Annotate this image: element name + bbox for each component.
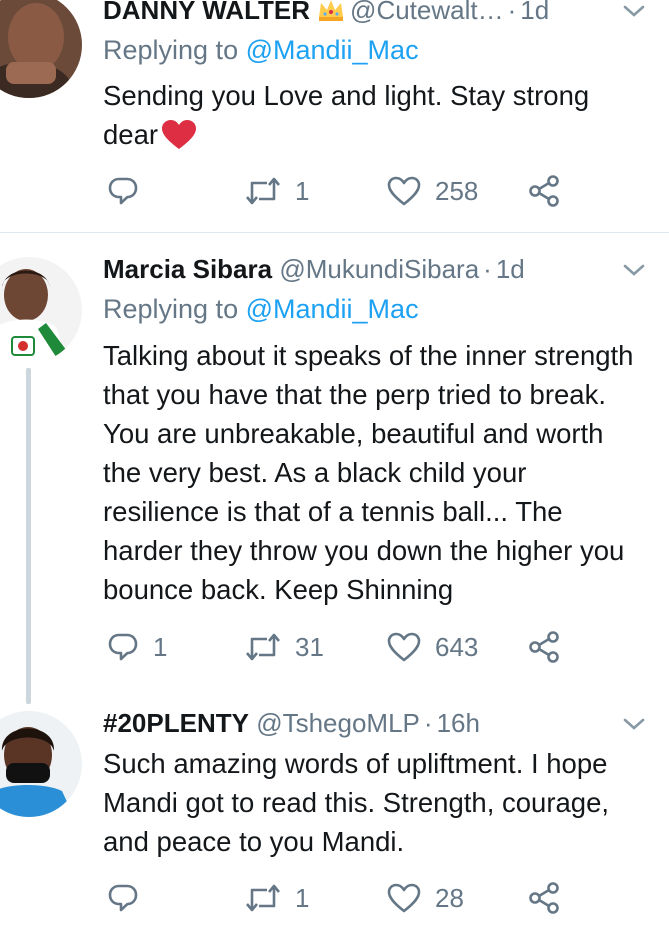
- chevron-down-icon[interactable]: [621, 2, 647, 20]
- tweet-actions: 1 258: [103, 171, 663, 211]
- retweet-icon: [246, 633, 280, 661]
- tweet-header: Marcia Sibara @MukundiSibara · 1d: [103, 251, 629, 287]
- tweet-text: Sending you Love and light. Stay strong …: [103, 76, 643, 160]
- like-button[interactable]: 28: [387, 878, 464, 918]
- tweet[interactable]: Marcia Sibara @MukundiSibara · 1d Replying…: [0, 233, 669, 693]
- tweet-header: #20PLENTY @TshegoMLP · 16h: [103, 705, 629, 741]
- heart-icon: [387, 883, 421, 913]
- heart-icon: [387, 176, 421, 206]
- chevron-down-icon[interactable]: [621, 715, 647, 733]
- replying-to-label: Replying to: [103, 294, 246, 324]
- share-icon: [529, 882, 559, 914]
- avatar[interactable]: [0, 257, 82, 363]
- reply-icon: [108, 177, 138, 205]
- retweet-count: 31: [295, 631, 324, 662]
- replying-to: Replying to @Mandii_Mac: [103, 32, 419, 68]
- reply-icon: [108, 633, 138, 661]
- share-button[interactable]: [527, 171, 561, 211]
- avatar[interactable]: [0, 711, 82, 817]
- timestamp[interactable]: 1d: [520, 0, 549, 25]
- retweet-button[interactable]: 1: [245, 171, 309, 211]
- tweet[interactable]: #20PLENTY @TshegoMLP · 16h Such amazing wo…: [0, 693, 669, 936]
- like-count: 258: [435, 175, 479, 206]
- mention-link[interactable]: @Mandii_Mac: [246, 35, 419, 65]
- display-name[interactable]: DANNY WALTER: [103, 0, 310, 25]
- tweet[interactable]: DANNY WALTER @Cutewalt… · 1d Replying to @M…: [0, 0, 669, 232]
- share-icon: [529, 175, 559, 207]
- reply-button[interactable]: 1: [107, 627, 167, 667]
- user-handle[interactable]: @Cutewalt…: [350, 0, 504, 25]
- timestamp[interactable]: 1d: [496, 254, 525, 284]
- tweet-actions: 1 31 643: [103, 627, 663, 667]
- tweet-text: Talking about it speaks of the inner str…: [103, 340, 634, 605]
- timestamp[interactable]: 16h: [437, 708, 480, 738]
- reply-button[interactable]: [107, 878, 153, 918]
- avatar[interactable]: [0, 0, 82, 98]
- share-icon: [529, 631, 559, 663]
- chevron-down-icon[interactable]: [621, 261, 647, 279]
- retweet-button[interactable]: 31: [245, 627, 324, 667]
- reply-count: 1: [153, 631, 168, 662]
- tweet-header: DANNY WALTER @Cutewalt… · 1d: [103, 0, 629, 28]
- reply-icon: [108, 884, 138, 912]
- like-button[interactable]: 643: [387, 627, 478, 667]
- separator-dot: ·: [507, 0, 517, 25]
- tweet-text: Such amazing words of upliftment. I hope…: [103, 748, 609, 857]
- replying-to-label: Replying to: [103, 35, 246, 65]
- separator-dot: ·: [483, 254, 492, 284]
- retweet-count: 1: [295, 175, 310, 206]
- retweet-icon: [246, 177, 280, 205]
- retweet-count: 1: [295, 882, 310, 913]
- display-name[interactable]: Marcia Sibara: [103, 254, 272, 284]
- share-button[interactable]: [527, 878, 561, 918]
- display-name[interactable]: #20PLENTY: [103, 708, 249, 738]
- tweet-actions: 1 28: [103, 878, 663, 918]
- user-handle[interactable]: @MukundiSibara: [279, 254, 479, 284]
- retweet-button[interactable]: 1: [245, 878, 309, 918]
- replying-to: Replying to @Mandii_Mac: [103, 291, 419, 327]
- reply-button[interactable]: [107, 171, 153, 211]
- mention-link[interactable]: @Mandii_Mac: [246, 294, 419, 324]
- like-count: 28: [435, 882, 464, 913]
- share-button[interactable]: [527, 627, 561, 667]
- heart-icon: [387, 632, 421, 662]
- red-heart-emoji-icon: [162, 120, 197, 160]
- like-count: 643: [435, 631, 479, 662]
- separator-dot: ·: [423, 708, 433, 738]
- like-button[interactable]: 258: [387, 171, 478, 211]
- crown-emoji-icon: [316, 0, 346, 28]
- user-handle[interactable]: @TshegoMLP: [256, 708, 420, 738]
- retweet-icon: [246, 884, 280, 912]
